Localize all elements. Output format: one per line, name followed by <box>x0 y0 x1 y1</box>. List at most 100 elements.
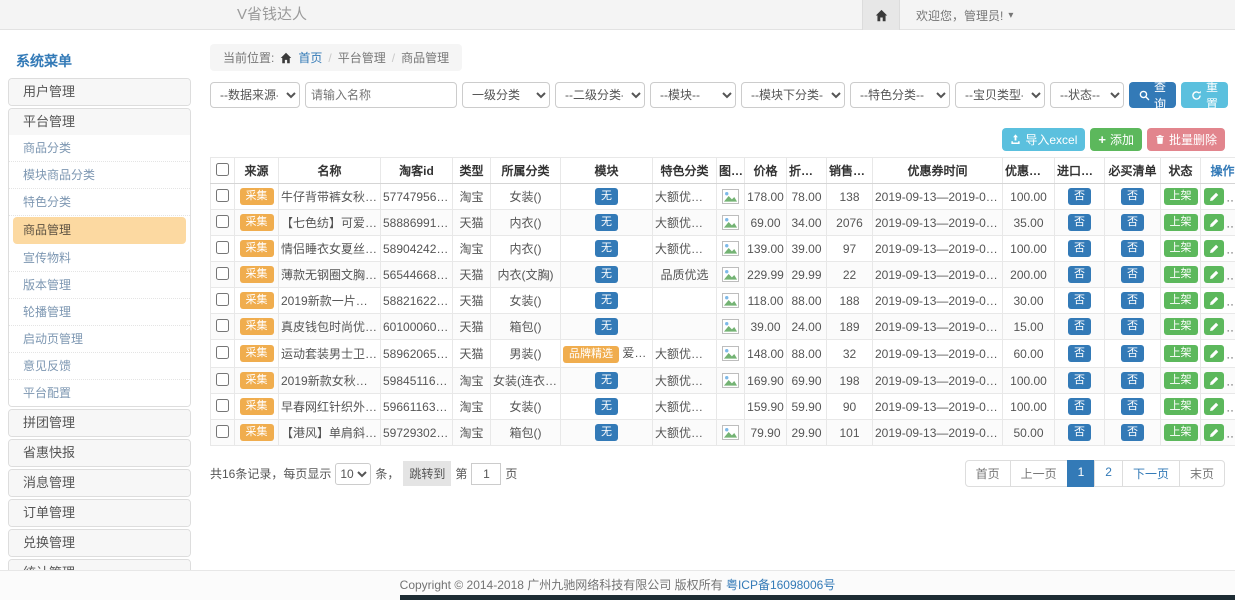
status-badge[interactable]: 上架 <box>1164 188 1198 205</box>
edit-button[interactable] <box>1204 372 1224 389</box>
status-badge[interactable]: 上架 <box>1164 266 1198 283</box>
filter-select[interactable]: --特色分类-- <box>850 82 950 108</box>
edit-button[interactable] <box>1204 214 1224 231</box>
edit-button[interactable] <box>1204 188 1224 205</box>
row-checkbox[interactable] <box>216 293 229 306</box>
jump-to-button[interactable]: 跳转到 <box>403 461 451 486</box>
row-checkbox[interactable] <box>216 373 229 386</box>
pager-item[interactable]: 1 <box>1067 460 1096 487</box>
edit-button[interactable] <box>1204 345 1224 362</box>
sidebar-item[interactable]: 意见反馈 <box>9 353 190 380</box>
icp-link[interactable]: 粤ICP备16098006号 <box>726 578 835 592</box>
status-badge[interactable]: 上架 <box>1164 240 1198 257</box>
status-badge[interactable]: 上架 <box>1164 398 1198 415</box>
must-buy-badge[interactable]: 否 <box>1121 240 1144 257</box>
sidebar-item[interactable]: 模块商品分类 <box>9 162 190 189</box>
must-buy-badge[interactable]: 否 <box>1121 266 1144 283</box>
pager-item[interactable]: 2 <box>1094 460 1123 487</box>
status-badge[interactable]: 上架 <box>1164 318 1198 335</box>
batch-delete-button[interactable]: 批量删除 <box>1147 128 1225 151</box>
must-buy-badge[interactable]: 否 <box>1121 292 1144 309</box>
filter-select[interactable]: --模块-- <box>650 82 736 108</box>
must-buy-badge[interactable]: 否 <box>1121 345 1144 362</box>
sidebar-item[interactable]: 特色分类 <box>9 189 190 216</box>
sidebar-item[interactable]: 平台配置 <box>9 380 190 406</box>
page-size-select[interactable]: 10 <box>335 463 371 485</box>
sidebar-section[interactable]: 用户管理 <box>9 79 190 105</box>
sidebar-section[interactable]: 拼团管理 <box>9 410 190 436</box>
must-buy-badge[interactable]: 否 <box>1121 214 1144 231</box>
pager-item[interactable]: 末页 <box>1179 460 1225 487</box>
must-buy-badge[interactable]: 否 <box>1121 318 1144 335</box>
product-thumbnail <box>722 215 739 230</box>
status-badge[interactable]: 上架 <box>1164 214 1198 231</box>
sidebar-section[interactable]: 平台管理 <box>9 109 190 135</box>
import-select-badge[interactable]: 否 <box>1068 424 1091 441</box>
filter-select[interactable]: --二级分类-- <box>555 82 645 108</box>
add-button[interactable]: + 添加 <box>1090 128 1142 151</box>
must-buy-badge[interactable]: 否 <box>1121 398 1144 415</box>
edit-button[interactable] <box>1204 398 1224 415</box>
edit-button[interactable] <box>1204 266 1224 283</box>
sidebar-item[interactable]: 启动页管理 <box>9 326 190 353</box>
status-badge[interactable]: 上架 <box>1164 292 1198 309</box>
row-checkbox[interactable] <box>216 346 229 359</box>
products-table: 来源名称淘客id类型所属分类模块特色分类图标价格折后价销售数量优惠券时间优惠券金… <box>210 157 1235 446</box>
import-select-badge[interactable]: 否 <box>1068 214 1091 231</box>
filter-select[interactable]: 一级分类 <box>462 82 550 108</box>
edit-button[interactable] <box>1204 240 1224 257</box>
import-select-badge[interactable]: 否 <box>1068 292 1091 309</box>
row-checkbox[interactable] <box>216 241 229 254</box>
sidebar-section[interactable]: 统计管理 <box>9 560 190 570</box>
must-buy-cell: 否 <box>1105 394 1161 420</box>
row-checkbox[interactable] <box>216 215 229 228</box>
sidebar-section[interactable]: 省惠快报 <box>9 440 190 466</box>
home-button[interactable] <box>862 0 900 30</box>
sidebar-item[interactable]: 版本管理 <box>9 272 190 299</box>
edit-button[interactable] <box>1204 292 1224 309</box>
sidebar-item[interactable]: 轮播管理 <box>9 299 190 326</box>
status-badge[interactable]: 上架 <box>1164 424 1198 441</box>
page-number-input[interactable] <box>471 463 501 485</box>
row-checkbox[interactable] <box>216 189 229 202</box>
import-select-badge[interactable]: 否 <box>1068 240 1091 257</box>
reset-button[interactable]: 重置 <box>1181 82 1228 108</box>
sidebar-item[interactable]: 商品分类 <box>9 135 190 162</box>
sidebar-section[interactable]: 订单管理 <box>9 500 190 526</box>
user-menu[interactable]: 欢迎您，管理员! ▾ <box>916 0 1013 30</box>
sidebar-item[interactable]: 商品管理 <box>13 217 186 244</box>
import-select-badge[interactable]: 否 <box>1068 372 1091 389</box>
import-select-badge[interactable]: 否 <box>1068 398 1091 415</box>
taoke-id-cell: 588216228899 <box>381 288 453 314</box>
search-button[interactable]: 查询 <box>1129 82 1176 108</box>
sidebar-item[interactable]: 宣传物料 <box>9 245 190 272</box>
import-select-badge[interactable]: 否 <box>1068 188 1091 205</box>
pager-item[interactable]: 上一页 <box>1010 460 1068 487</box>
select-all-checkbox[interactable] <box>216 163 229 176</box>
search-input[interactable] <box>305 82 457 108</box>
import-select-badge[interactable]: 否 <box>1068 318 1091 335</box>
pager-item[interactable]: 下一页 <box>1122 460 1180 487</box>
pager-item[interactable]: 首页 <box>965 460 1011 487</box>
must-buy-badge[interactable]: 否 <box>1121 424 1144 441</box>
filter-select[interactable]: --状态-- <box>1050 82 1124 108</box>
import-excel-button[interactable]: 导入excel <box>1002 128 1085 151</box>
import-select-badge[interactable]: 否 <box>1068 266 1091 283</box>
row-checkbox[interactable] <box>216 399 229 412</box>
must-buy-badge[interactable]: 否 <box>1121 372 1144 389</box>
status-badge[interactable]: 上架 <box>1164 372 1198 389</box>
sidebar-section[interactable]: 消息管理 <box>9 470 190 496</box>
filter-select[interactable]: --宝贝类型-- <box>955 82 1045 108</box>
breadcrumb-home-link[interactable]: 首页 <box>298 49 322 66</box>
edit-button[interactable] <box>1204 424 1224 441</box>
import-select-badge[interactable]: 否 <box>1068 345 1091 362</box>
row-checkbox[interactable] <box>216 319 229 332</box>
row-checkbox[interactable] <box>216 425 229 438</box>
filter-select[interactable]: --模块下分类-- <box>741 82 845 108</box>
filter-select[interactable]: --数据来源-- <box>210 82 300 108</box>
edit-button[interactable] <box>1204 318 1224 335</box>
row-checkbox[interactable] <box>216 267 229 280</box>
sidebar-section[interactable]: 兑换管理 <box>9 530 190 556</box>
must-buy-badge[interactable]: 否 <box>1121 188 1144 205</box>
status-badge[interactable]: 上架 <box>1164 345 1198 362</box>
